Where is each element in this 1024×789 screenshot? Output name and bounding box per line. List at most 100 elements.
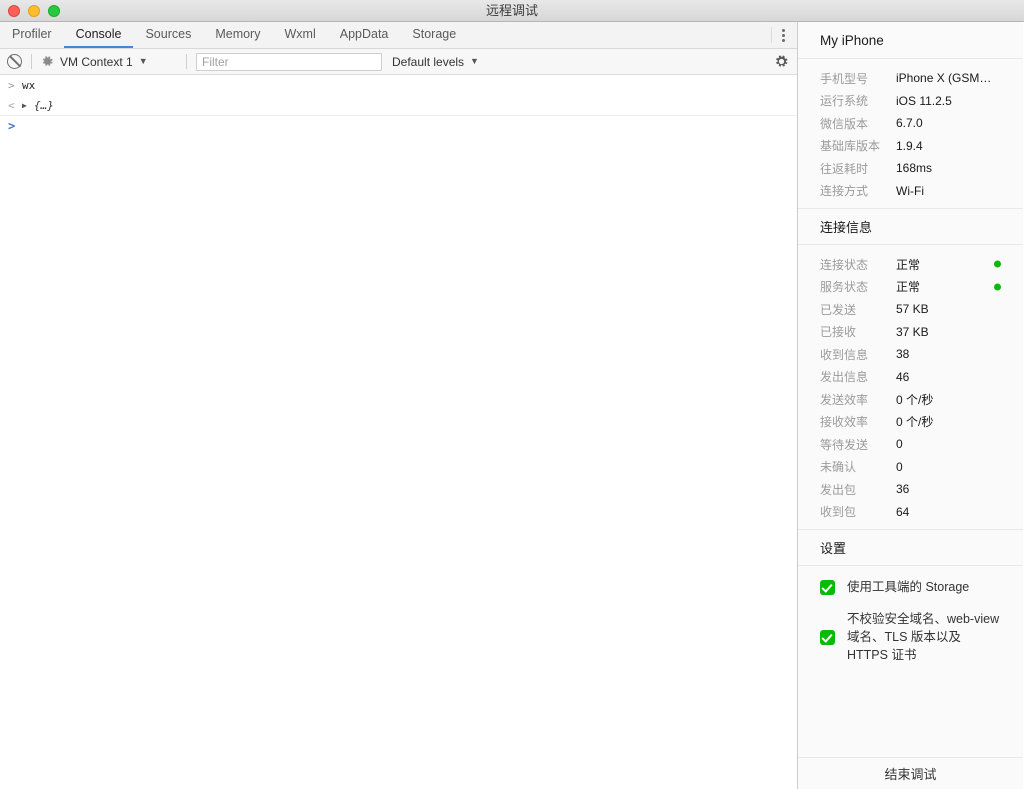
- info-row-bytes-received: 已接收 37 KB: [798, 321, 1023, 344]
- info-row-wechat-version: 微信版本 6.7.0: [798, 112, 1023, 135]
- end-debug-button[interactable]: 结束调试: [884, 764, 936, 783]
- info-value: 38: [896, 347, 909, 361]
- console-settings-gear-icon[interactable]: [774, 54, 789, 69]
- info-row-receive-rate: 接收效率 0 个/秒: [798, 411, 1023, 434]
- console-filter-input[interactable]: [196, 53, 382, 71]
- info-label: 连接方式: [820, 182, 896, 199]
- info-label: 连接状态: [820, 256, 896, 273]
- traffic-lights: [0, 5, 60, 17]
- info-row-roundtrip-time: 往返耗时 168ms: [798, 157, 1023, 180]
- info-value: 6.7.0: [896, 116, 923, 130]
- info-value: 1.9.4: [896, 139, 923, 153]
- prompt-caret-icon: >: [8, 119, 22, 133]
- console-prompt-row[interactable]: >: [0, 115, 797, 135]
- info-row-connection-type: 连接方式 Wi-Fi: [798, 180, 1023, 203]
- setting-label: 不校验安全域名、web-view 域名、TLS 版本以及 HTTPS 证书: [847, 610, 1005, 664]
- setting-row-use-tool-storage[interactable]: 使用工具端的 Storage: [798, 578, 1023, 596]
- info-label: 等待发送: [820, 436, 896, 453]
- info-row-messages-sent: 发出信息 46: [798, 366, 1023, 389]
- info-value: 正常: [896, 278, 920, 295]
- console-log-entry[interactable]: < ▶ {…}: [0, 95, 797, 115]
- devtools-pane: Profiler Console Sources Memory Wxml App…: [0, 22, 798, 789]
- device-info-list: 手机型号 iPhone X (GSM… 运行系统 iOS 11.2.5 微信版本…: [798, 59, 1023, 208]
- console-log[interactable]: > wx < ▶ {…} >: [0, 75, 797, 789]
- minimize-window-button[interactable]: [28, 5, 40, 17]
- info-label: 收到包: [820, 503, 896, 520]
- info-label: 发出信息: [820, 368, 896, 385]
- vm-context-label: VM Context 1: [60, 55, 133, 69]
- info-label: 服务状态: [820, 278, 896, 295]
- window-title: 远程调试: [0, 0, 1024, 22]
- toolbar-divider: [31, 54, 32, 69]
- info-row-packets-received: 收到包 64: [798, 501, 1023, 524]
- device-title: My iPhone: [798, 22, 1023, 59]
- info-label: 运行系统: [820, 92, 896, 109]
- devtools-tabbar: Profiler Console Sources Memory Wxml App…: [0, 22, 797, 49]
- checkbox-checked-icon[interactable]: [820, 580, 835, 595]
- console-toolbar: VM Context 1 ▼ Default levels ▼: [0, 49, 797, 75]
- info-label: 已发送: [820, 301, 896, 318]
- settings-list: 使用工具端的 Storage 不校验安全域名、web-view 域名、TLS 版…: [798, 566, 1023, 757]
- info-value: 64: [896, 505, 909, 519]
- gear-icon: [41, 55, 54, 68]
- info-row-pending-send: 等待发送 0: [798, 433, 1023, 456]
- clear-console-icon[interactable]: [7, 54, 22, 69]
- info-value: 0: [896, 460, 903, 474]
- connection-info-title: 连接信息: [798, 208, 1023, 245]
- status-dot-icon: [994, 261, 1001, 268]
- vm-context-select[interactable]: VM Context 1 ▼: [41, 55, 177, 69]
- setting-label: 使用工具端的 Storage: [847, 578, 969, 596]
- tab-memory[interactable]: Memory: [203, 22, 272, 48]
- tab-storage[interactable]: Storage: [400, 22, 468, 48]
- sidepanel-footer: 结束调试: [798, 757, 1023, 789]
- info-row-connection-status: 连接状态 正常: [798, 253, 1023, 276]
- close-window-button[interactable]: [8, 5, 20, 17]
- console-log-entry[interactable]: > wx: [0, 75, 797, 95]
- log-entry-text: {…}: [34, 99, 54, 112]
- maximize-window-button[interactable]: [48, 5, 60, 17]
- tab-appdata[interactable]: AppData: [328, 22, 401, 48]
- log-input-marker-icon: >: [8, 79, 22, 92]
- tab-sources[interactable]: Sources: [133, 22, 203, 48]
- info-label: 已接收: [820, 323, 896, 340]
- title-bar: 远程调试: [0, 0, 1024, 22]
- log-entry-text: wx: [22, 79, 35, 92]
- info-value: 正常: [896, 256, 920, 273]
- log-levels-select[interactable]: Default levels ▼: [392, 55, 479, 69]
- info-row-baselib-version: 基础库版本 1.9.4: [798, 135, 1023, 158]
- main-split: Profiler Console Sources Memory Wxml App…: [0, 22, 1024, 789]
- info-row-bytes-sent: 已发送 57 KB: [798, 298, 1023, 321]
- log-output-marker-icon: <: [8, 99, 22, 112]
- more-vertical-icon: [782, 29, 785, 42]
- tab-wxml[interactable]: Wxml: [272, 22, 327, 48]
- info-row-service-status: 服务状态 正常: [798, 276, 1023, 299]
- connection-info-list: 连接状态 正常 服务状态 正常 已发送 57 KB 已接收 37 KB: [798, 245, 1023, 529]
- info-label: 发出包: [820, 481, 896, 498]
- info-row-phone-model: 手机型号 iPhone X (GSM…: [798, 67, 1023, 90]
- info-value: 37 KB: [896, 325, 929, 339]
- toolbar-divider-2: [186, 54, 187, 69]
- info-value: 0 个/秒: [896, 413, 933, 430]
- info-value: Wi-Fi: [896, 184, 924, 198]
- info-row-os: 运行系统 iOS 11.2.5: [798, 90, 1023, 113]
- chevron-down-icon: ▼: [139, 57, 148, 66]
- tab-console[interactable]: Console: [64, 22, 134, 48]
- info-label: 接收效率: [820, 413, 896, 430]
- settings-title: 设置: [798, 529, 1023, 566]
- info-label: 手机型号: [820, 70, 896, 87]
- info-row-send-rate: 发送效率 0 个/秒: [798, 388, 1023, 411]
- devtools-more-menu-button[interactable]: [771, 27, 797, 43]
- info-value: 0: [896, 437, 903, 451]
- setting-row-skip-domain-verification[interactable]: 不校验安全域名、web-view 域名、TLS 版本以及 HTTPS 证书: [798, 610, 1023, 664]
- info-label: 往返耗时: [820, 160, 896, 177]
- info-value: iPhone X (GSM…: [896, 71, 991, 85]
- checkbox-checked-icon[interactable]: [820, 630, 835, 645]
- info-row-messages-received: 收到信息 38: [798, 343, 1023, 366]
- tab-profiler[interactable]: Profiler: [0, 22, 64, 48]
- info-row-unconfirmed: 未确认 0: [798, 456, 1023, 479]
- tabbar-spacer: [468, 22, 771, 48]
- info-value: 46: [896, 370, 909, 384]
- disclosure-triangle-icon[interactable]: ▶: [22, 101, 34, 110]
- info-label: 收到信息: [820, 346, 896, 363]
- chevron-down-icon: ▼: [470, 57, 479, 66]
